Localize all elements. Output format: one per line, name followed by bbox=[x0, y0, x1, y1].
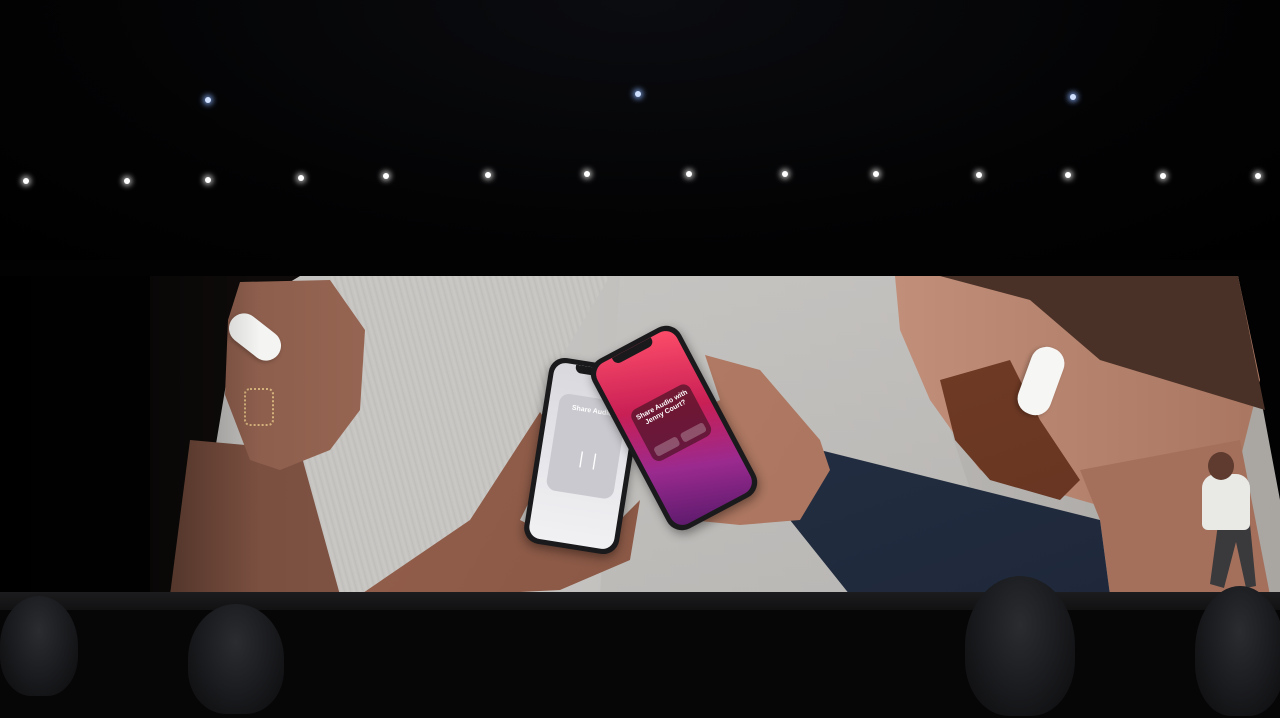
audience-head bbox=[1195, 586, 1280, 716]
presenter-head bbox=[1208, 452, 1234, 480]
keynote-stage: Share Audio ❘❘ Share Audio with Jenny Co… bbox=[0, 0, 1280, 718]
popup-title: Share Audio with Jenny Court? bbox=[635, 389, 689, 427]
popup-button bbox=[679, 421, 708, 443]
airpods-icon: ❘❘ bbox=[573, 449, 603, 471]
presenter bbox=[1202, 474, 1250, 530]
popup-button bbox=[653, 436, 681, 458]
audience bbox=[0, 576, 1280, 718]
audience-head bbox=[965, 576, 1075, 716]
audience-head bbox=[0, 596, 78, 696]
screen-shadow bbox=[0, 276, 260, 596]
share-audio-popup: Share Audio with Jenny Court? bbox=[628, 381, 714, 464]
audience-head bbox=[188, 604, 284, 714]
